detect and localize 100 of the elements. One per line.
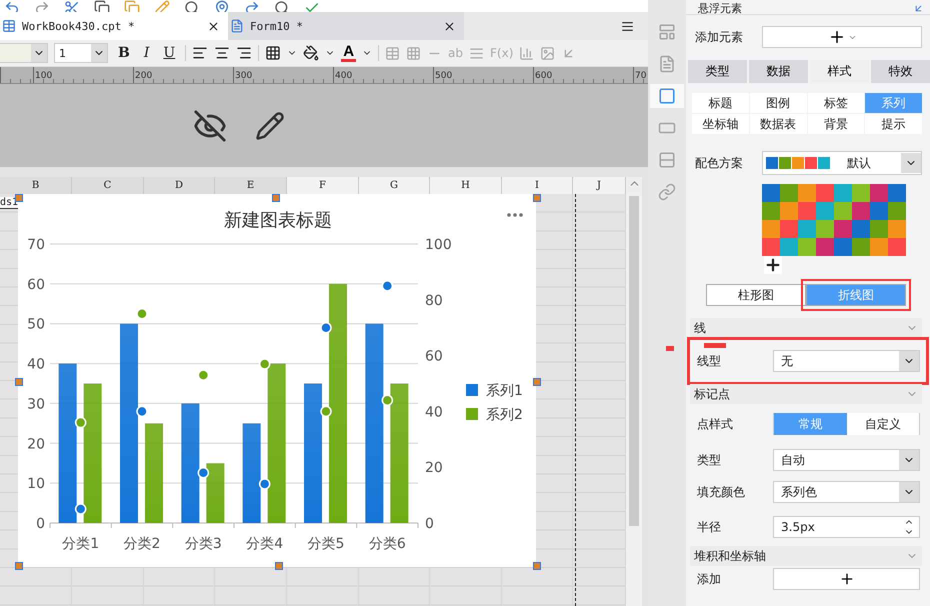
add-color-icon[interactable]: [764, 256, 782, 274]
ruler-label: 500: [434, 71, 452, 81]
column-header[interactable]: I: [502, 177, 573, 194]
grid-icon[interactable]: [406, 46, 422, 60]
field-label: 点样式: [697, 416, 734, 432]
align-left-icon[interactable]: [192, 45, 208, 61]
fill-icon[interactable]: [303, 45, 320, 61]
resize-handle[interactable]: [15, 378, 23, 386]
toolbar-icon[interactable]: [4, 0, 20, 12]
section-header[interactable]: 标记点: [690, 384, 922, 404]
toolbar-icon[interactable]: [94, 0, 110, 12]
ruler-label: 100: [34, 71, 52, 81]
table-icon: [2, 19, 16, 33]
menu-icon[interactable]: [621, 20, 634, 32]
select-field[interactable]: 无: [773, 350, 920, 372]
ruler-label: 400: [334, 71, 352, 81]
add-button[interactable]: [773, 568, 920, 590]
column-header[interactable]: B: [0, 177, 72, 194]
field-label: 填充颜色: [697, 484, 746, 500]
chart-type-option[interactable]: 柱形图: [706, 284, 806, 306]
style-button[interactable]: B: [114, 45, 134, 61]
close-icon[interactable]: [443, 20, 456, 32]
column-header[interactable]: F: [287, 177, 359, 194]
more-icon[interactable]: [507, 213, 523, 217]
data-point: [198, 369, 210, 381]
style-tab[interactable]: 标签: [808, 93, 864, 113]
panel-tab[interactable]: 类型: [688, 60, 747, 83]
resize-handle[interactable]: [272, 194, 280, 202]
resize-handle[interactable]: [533, 194, 541, 202]
style-tab[interactable]: 提示: [865, 114, 922, 134]
axis-label: 50: [27, 316, 45, 333]
column-header[interactable]: C: [72, 177, 144, 194]
font-size-select[interactable]: 1: [54, 43, 108, 63]
pencil-icon[interactable]: [255, 110, 285, 140]
toolbar-icon[interactable]: [244, 0, 260, 12]
data-point: [74, 416, 86, 428]
field-label: 线型: [697, 352, 722, 370]
document-tab[interactable]: WorkBook430.cpt *: [0, 12, 228, 40]
axis-label: 20: [425, 460, 443, 476]
data-point: [198, 467, 210, 479]
column-header[interactable]: E: [215, 177, 287, 194]
style-tab[interactable]: 数据表: [750, 114, 806, 134]
resize-handle[interactable]: [275, 562, 283, 570]
select-field[interactable]: 自动: [773, 449, 920, 471]
style-button[interactable]: I: [140, 45, 154, 61]
font-color-button[interactable]: A: [341, 44, 356, 62]
collapse-icon[interactable]: [913, 3, 924, 14]
data-point: [382, 280, 394, 292]
field-label: 半径: [697, 518, 722, 536]
align-center-icon[interactable]: [214, 45, 230, 61]
toolbar-icon[interactable]: [214, 0, 230, 12]
legend-swatch: [466, 384, 478, 396]
field-label: 添加元素: [695, 28, 744, 46]
data-point: [136, 308, 148, 320]
column-header[interactable]: H: [430, 177, 502, 194]
scrollbar-thumb[interactable]: [629, 196, 639, 526]
image-icon[interactable]: [540, 46, 556, 60]
style-option[interactable]: 自定义: [846, 413, 919, 435]
style-tab[interactable]: 图例: [750, 93, 806, 113]
legend-label: 系列1: [486, 383, 523, 399]
border-icon[interactable]: [265, 45, 282, 61]
align-right-icon[interactable]: [236, 45, 252, 61]
square-icon: [658, 87, 676, 105]
ruler-label: 600: [534, 71, 552, 81]
axis-label: 60: [425, 348, 443, 365]
close-icon[interactable]: [207, 20, 220, 32]
panel-tab[interactable]: 特效: [871, 60, 930, 83]
data-point: [258, 478, 270, 490]
resize-handle[interactable]: [533, 562, 541, 570]
section-header[interactable]: 线: [690, 318, 922, 338]
table-icon[interactable]: [385, 46, 400, 60]
panel-tab[interactable]: 数据: [749, 60, 808, 83]
add-element-button[interactable]: [762, 26, 922, 48]
toolbar-icon[interactable]: [274, 0, 290, 12]
select-field[interactable]: 系列色: [773, 481, 920, 503]
toolbar-icon[interactable]: [184, 0, 200, 12]
column-header[interactable]: J: [573, 177, 626, 194]
square-button[interactable]: [650, 84, 684, 108]
panel-tab[interactable]: 样式: [810, 60, 869, 83]
paragraph-icon[interactable]: [469, 46, 484, 60]
chart-icon[interactable]: [519, 46, 534, 60]
ruler-label: 200: [134, 71, 152, 81]
column-header[interactable]: G: [359, 177, 430, 194]
color-scheme-select[interactable]: 默认: [762, 151, 922, 175]
list-icon: [658, 151, 676, 169]
eye-off-icon[interactable]: [193, 108, 227, 142]
number-field[interactable]: 3.5px: [773, 516, 920, 538]
style-tab[interactable]: 标题: [692, 93, 749, 113]
resize-handle[interactable]: [533, 378, 541, 386]
section-header[interactable]: 堆积和坐标轴: [690, 546, 922, 566]
resize-handle[interactable]: [15, 562, 23, 570]
data-point: [74, 503, 86, 515]
field-label: 类型: [697, 452, 722, 468]
style-tab[interactable]: 坐标轴: [692, 114, 749, 134]
document-tab[interactable]: Form10 *: [228, 12, 464, 40]
toolbar-icon[interactable]: [64, 0, 80, 12]
data-point: [382, 394, 394, 406]
style-tab[interactable]: 背景: [808, 114, 864, 134]
column-header[interactable]: D: [144, 177, 215, 194]
style-button[interactable]: U: [159, 45, 180, 61]
